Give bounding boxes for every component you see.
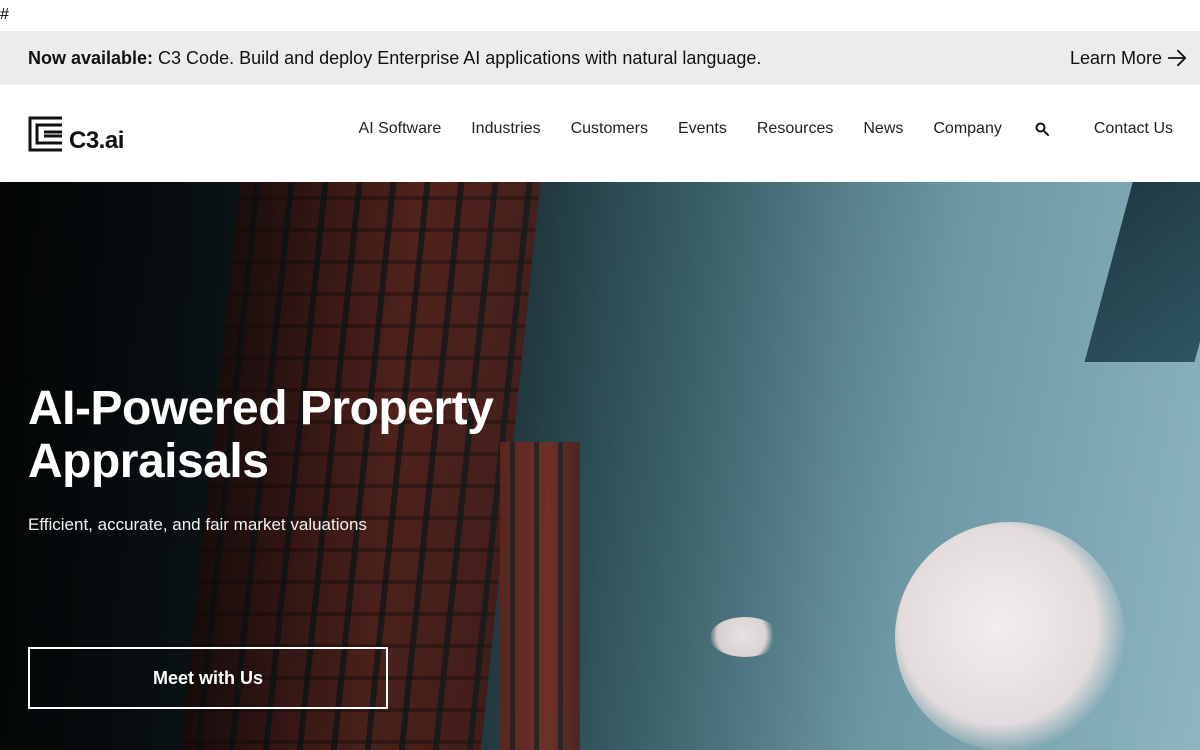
meet-with-us-button[interactable]: Meet with Us [28,647,388,709]
arrow-right-icon [1167,49,1187,67]
hero-section: AI-Powered Property Appraisals Efficient… [0,182,1200,750]
nav-item-news[interactable]: News [863,120,903,138]
nav-menu: AI Software Industries Customers Events … [359,80,1173,177]
hero-title: AI-Powered Property Appraisals [28,382,494,488]
nav-item-events[interactable]: Events [678,120,727,138]
contact-us-link[interactable]: Contact Us [1094,120,1173,138]
c3-logo[interactable]: C3.ai [28,116,124,152]
learn-more-label: Learn More [1069,47,1162,68]
stray-hash-text: # [0,6,9,23]
announcement-bar: Now available: C3 Code. Build and deploy… [0,31,1200,85]
main-navigation: C3.ai AI Software Industries Customers E… [0,85,1200,182]
c3-logo-icon [28,116,62,151]
nav-item-resources[interactable]: Resources [757,120,833,138]
nav-item-industries[interactable]: Industries [471,120,540,138]
search-icon[interactable] [1034,121,1050,137]
learn-more-link[interactable]: Learn More [1070,47,1188,69]
nav-item-company[interactable]: Company [933,120,1001,138]
announcement-text: C3 Code. Build and deploy Enterprise AI … [153,47,762,68]
nav-item-customers[interactable]: Customers [571,120,648,138]
nav-item-ai-software[interactable]: AI Software [359,120,442,138]
announcement-message: Now available: C3 Code. Build and deploy… [28,48,761,69]
hero-subtitle: Efficient, accurate, and fair market val… [28,515,367,534]
hero-content: AI-Powered Property Appraisals Efficient… [28,382,588,536]
announcement-prefix: Now available: [28,47,154,68]
logo-text: C3.ai [69,126,124,154]
